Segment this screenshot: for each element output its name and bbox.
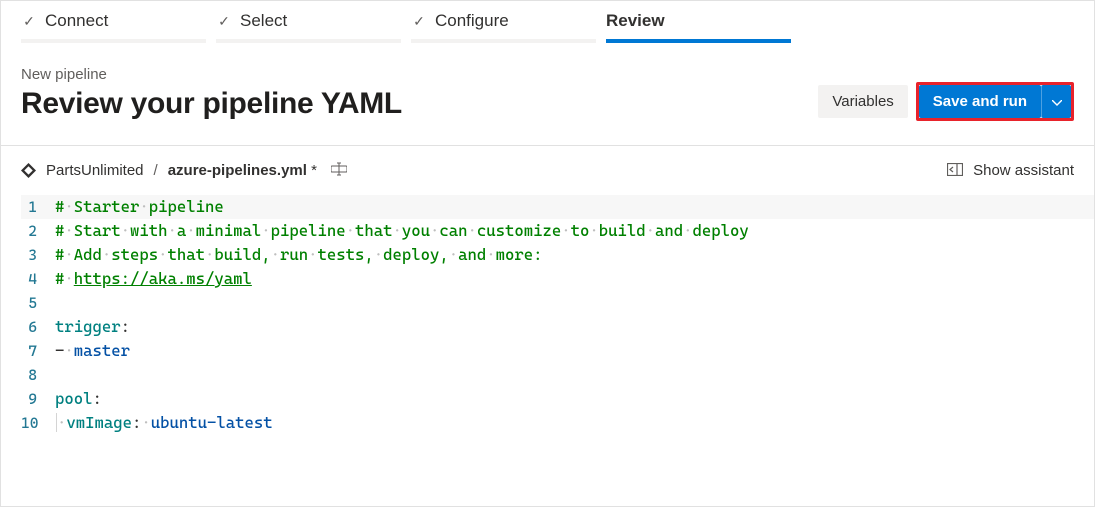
save-and-run-dropdown[interactable] [1041,85,1071,118]
save-and-run-button[interactable]: Save and run [919,85,1041,118]
page-title: Review your pipeline YAML [21,87,402,121]
show-assistant-button[interactable]: Show assistant [947,162,1074,179]
editor-line[interactable]: 5 [21,291,1094,315]
code-content[interactable]: -·master [55,339,130,363]
file-breadcrumb: PartsUnlimited / azure-pipelines.yml * [21,162,347,179]
editor-line[interactable]: 8 [21,363,1094,387]
line-number: 8 [21,363,55,387]
editor-line[interactable]: 2#·Start·with·a·minimal·pipeline·that·yo… [21,219,1094,243]
dirty-indicator: * [311,162,317,179]
breadcrumb: New pipeline [21,66,402,83]
header-actions: Variables Save and run [818,82,1074,121]
title-block: New pipeline Review your pipeline YAML [21,66,402,121]
line-number: 10 [21,411,55,435]
editor-line[interactable]: 1#·Starter·pipeline [21,195,1094,219]
line-number: 6 [21,315,55,339]
tab-connect[interactable]: ✓ Connect [21,1,206,39]
show-assistant-label: Show assistant [973,162,1074,179]
variables-button[interactable]: Variables [818,85,907,118]
tab-select[interactable]: ✓ Select [216,1,401,39]
file-name[interactable]: azure-pipelines.yml [168,162,307,179]
breadcrumb-separator: / [154,162,158,179]
wizard-stepper: ✓ Connect ✓ Select ✓ Configure Review [1,1,1094,40]
code-content[interactable]: #·Start·with·a·minimal·pipeline·that·you… [55,219,749,243]
tab-label: Configure [435,11,509,31]
line-number: 1 [21,195,55,219]
editor-line[interactable]: 3#·Add·steps·that·build,·run·tests,·depl… [21,243,1094,267]
repo-name[interactable]: PartsUnlimited [46,162,144,179]
line-number: 9 [21,387,55,411]
checkmark-icon: ✓ [21,13,37,30]
repo-icon [21,163,36,178]
code-content[interactable]: #·https://aka.ms/yaml [55,267,252,291]
tab-label: Select [240,11,287,31]
code-content[interactable]: #·Starter·pipeline [55,195,224,219]
code-content[interactable]: ·vmImage:·ubuntu-latest [55,411,273,435]
editor-line[interactable]: 4#·https://aka.ms/yaml [21,267,1094,291]
rename-icon[interactable] [331,162,347,179]
code-content[interactable]: pool: [55,387,102,411]
line-number: 2 [21,219,55,243]
editor-line[interactable]: 7-·master [21,339,1094,363]
tab-label: Connect [45,11,108,31]
line-number: 5 [21,291,55,315]
tab-review[interactable]: Review [606,1,791,39]
page-header: New pipeline Review your pipeline YAML V… [1,40,1094,146]
panel-collapse-icon [947,163,963,179]
editor-line[interactable]: 10·vmImage:·ubuntu-latest [21,411,1094,435]
yaml-editor[interactable]: 1#·Starter·pipeline2#·Start·with·a·minim… [1,195,1094,435]
checkmark-icon: ✓ [411,13,427,30]
chevron-down-icon [1052,95,1062,109]
line-number: 7 [21,339,55,363]
file-toolbar: PartsUnlimited / azure-pipelines.yml * S… [1,146,1094,195]
save-and-run-highlight: Save and run [916,82,1074,121]
code-content[interactable]: trigger: [55,315,130,339]
tab-label: Review [606,11,665,31]
code-content[interactable]: #·Add·steps·that·build,·run·tests,·deplo… [55,243,543,267]
line-number: 4 [21,267,55,291]
checkmark-icon: ✓ [216,13,232,30]
tab-configure[interactable]: ✓ Configure [411,1,596,39]
editor-line[interactable]: 6trigger: [21,315,1094,339]
line-number: 3 [21,243,55,267]
editor-line[interactable]: 9pool: [21,387,1094,411]
